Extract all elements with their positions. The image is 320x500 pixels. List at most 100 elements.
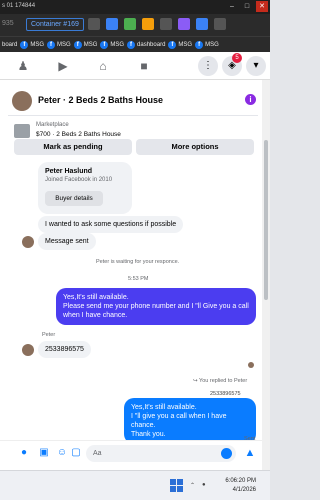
clock-date: 4/1/2026 [232, 487, 256, 493]
facebook-nav: ♟ ▶ ⌂ ■ ⋮ ◈ 5 ▾ [0, 52, 270, 80]
reply-text: You replied to Peter [199, 378, 248, 384]
gaming-icon[interactable]: ■ [137, 59, 151, 73]
bookmark-label: MSG [83, 41, 98, 48]
bookmark-label: board [2, 41, 18, 48]
facebook-icon: f [100, 40, 109, 49]
bookmark-label: dashboard [137, 41, 166, 48]
message-line: Thank you. [131, 431, 166, 438]
message-incoming: Message sent [38, 233, 96, 250]
message-line: Please send me your phone number and I "… [63, 303, 249, 310]
close-icon[interactable]: ✕ [256, 1, 268, 12]
buyer-joined: Joined Facebook in 2010 [45, 177, 113, 183]
conversation-header: Peter · 2 Beds 2 Baths House i [8, 88, 258, 116]
taskbar: ⌃ ● 6:06:20 PM 4/1/2026 [0, 470, 270, 500]
bookmark-item[interactable]: board [2, 42, 17, 48]
notification-badge: 5 [232, 53, 242, 63]
timestamp: 5:53 PM [128, 276, 149, 282]
extension-icon[interactable] [124, 18, 136, 30]
bookmark-item[interactable]: f MSG [47, 40, 71, 49]
bookmark-item[interactable]: f MSG [73, 40, 98, 49]
quoted-message: 2533896575 [210, 391, 241, 397]
address-bar[interactable]: 935 Container #169 [0, 14, 270, 36]
tray-chevron-icon[interactable]: ⌃ [190, 482, 195, 489]
more-options-button[interactable]: More options [136, 139, 254, 155]
listing-title: $700 · 2 Beds 2 Baths House [36, 131, 121, 138]
facebook-icon: f [73, 40, 82, 49]
message-input[interactable]: Aa [86, 445, 236, 462]
facebook-icon: f [20, 40, 29, 49]
video-icon[interactable]: ▶ [56, 59, 70, 73]
browser-chrome: s 01 174844 – □ ✕ 935 Container #169 boa… [0, 0, 270, 52]
minimize-icon[interactable]: – [226, 1, 238, 12]
mark-pending-button[interactable]: Mark as pending [14, 139, 132, 155]
waiting-notice: Peter is waiting for your responce. [96, 259, 180, 265]
bookmark-label: MSG [57, 41, 71, 48]
window-controls: – □ ✕ [226, 1, 268, 12]
emoji-icon[interactable] [221, 448, 232, 459]
bookmark-label: MSG [110, 41, 125, 48]
bookmark-item[interactable]: f MSG [195, 40, 219, 49]
menu-icon[interactable] [214, 18, 226, 30]
message-incoming: I wanted to ask some questions if possib… [38, 216, 184, 233]
tab-title[interactable]: s 01 174844 [2, 3, 35, 9]
compose-bar: ● ▣ ☺ ▢ Aa ▲ [0, 440, 262, 466]
facebook-icon: f [195, 40, 204, 49]
extension-icon[interactable] [178, 18, 190, 30]
input-placeholder: Aa [93, 450, 102, 457]
buyer-name: Peter Haslund [45, 168, 93, 175]
tab-bar: s 01 174844 – □ ✕ [0, 0, 270, 14]
marketplace-icon[interactable]: ⌂ [96, 59, 110, 73]
bookmark-item[interactable]: f MSG [168, 40, 193, 49]
friends-icon[interactable]: ♟ [16, 59, 30, 73]
message-line: I "ll give you a call when I have chance… [131, 413, 227, 429]
bookmark-item[interactable]: f MSG [20, 40, 45, 49]
extension-icon[interactable] [142, 18, 154, 30]
message-line: when I have chance. [63, 312, 128, 319]
bookmark-label: MSG [178, 41, 193, 48]
microphone-icon[interactable]: ● [18, 447, 30, 459]
sender-name: Peter [42, 332, 56, 338]
gif-icon[interactable]: ▢ [70, 447, 82, 459]
bookmark-item[interactable]: f MSG [100, 40, 125, 49]
profile-icon[interactable] [196, 18, 208, 30]
avatar[interactable] [12, 91, 32, 111]
start-icon[interactable] [170, 479, 184, 493]
scrollbar[interactable] [262, 80, 270, 470]
buyer-details-button[interactable]: Buyer details [45, 191, 103, 206]
message-outgoing: Yes,It's still available. Please send me… [56, 288, 256, 325]
url-text[interactable]: 935 [2, 20, 14, 27]
extension-icon[interactable] [88, 18, 100, 30]
message-line: Yes,It's still available. [63, 294, 129, 301]
facebook-icon: f [127, 40, 136, 49]
maximize-icon[interactable]: □ [241, 1, 253, 12]
bookmark-label: MSG [205, 41, 219, 48]
avatar[interactable] [22, 344, 34, 356]
listing-thumbnail [14, 124, 30, 138]
clock-time: 6:06:20 PM [225, 478, 256, 484]
extension-icon[interactable] [106, 18, 118, 30]
marketplace-label: Marketplace [36, 122, 69, 128]
thumbs-up-icon[interactable]: ▲ [243, 446, 257, 460]
container-badge[interactable]: Container #169 [26, 18, 84, 31]
extension-icons [88, 18, 226, 30]
scrollbar-thumb[interactable] [264, 140, 268, 300]
account-chevron-icon[interactable]: ▾ [246, 56, 266, 76]
network-icon[interactable]: ● [202, 482, 206, 488]
conversation-title[interactable]: Peter · 2 Beds 2 Baths House [38, 95, 163, 105]
image-icon[interactable]: ▣ [38, 447, 50, 459]
bookmarks-bar: board f MSG f MSG f MSG f MSG f dashboard f MS… [0, 36, 270, 52]
facebook-icon: f [47, 40, 56, 49]
sticker-icon[interactable]: ☺ [56, 447, 68, 459]
info-icon[interactable]: i [245, 94, 256, 105]
seen-avatar [248, 362, 254, 368]
message-incoming: 2533896575 [38, 341, 91, 358]
clock[interactable]: 6:06:20 PM 4/1/2026 [220, 477, 256, 495]
menu-grid-icon[interactable]: ⋮ [198, 56, 218, 76]
bookmark-label: MSG [30, 41, 45, 48]
bookmark-item[interactable]: f dashboard [127, 40, 166, 49]
facebook-icon: f [168, 40, 177, 49]
conversation-panel: Peter · 2 Beds 2 Baths House i Marketpla… [0, 80, 262, 470]
download-icon[interactable] [160, 18, 172, 30]
avatar[interactable] [22, 236, 34, 248]
message-outgoing: Yes,It's still available. I "ll give you… [124, 398, 256, 444]
